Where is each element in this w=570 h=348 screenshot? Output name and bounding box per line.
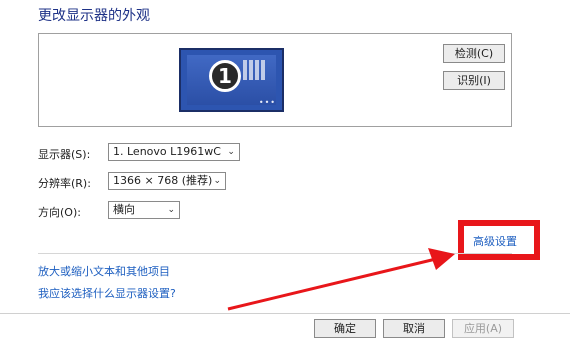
annotation-arrow <box>227 248 455 311</box>
apply-button[interactable]: 应用(A) <box>452 319 514 338</box>
footer-divider <box>0 313 570 314</box>
ok-button[interactable]: 确定 <box>314 319 376 338</box>
cancel-button[interactable]: 取消 <box>383 319 445 338</box>
